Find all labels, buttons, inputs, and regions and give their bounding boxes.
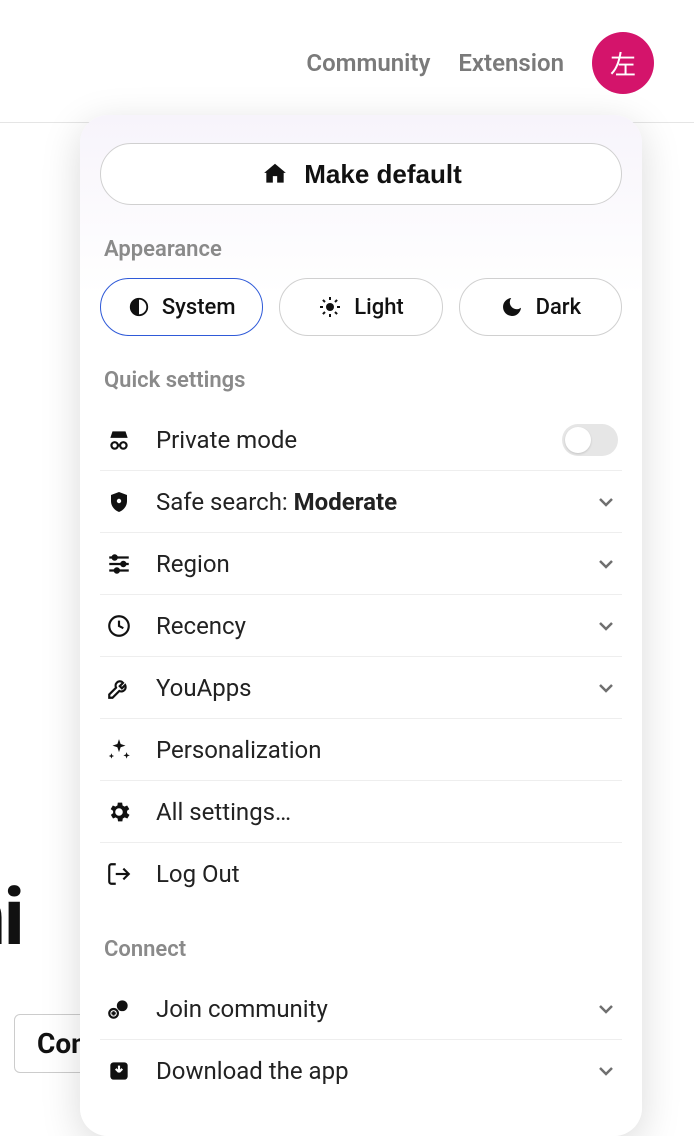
appearance-system-label: System [162,295,236,320]
moon-icon [500,295,524,319]
log-out-icon [104,859,134,889]
sun-icon [318,295,342,319]
chevron-down-icon [594,490,618,514]
youapps-label: YouApps [156,674,572,702]
incognito-icon [104,425,134,455]
chevron-down-icon [594,552,618,576]
contrast-icon [128,296,150,318]
connect-title: Connect [104,937,622,962]
tools-icon [104,673,134,703]
recency-row[interactable]: Recency [100,595,622,657]
top-navigation: Community Extension 左 [0,0,694,123]
appearance-dark-label: Dark [536,295,581,320]
region-label: Region [156,550,572,578]
quick-settings-title: Quick settings [104,368,622,393]
safe-search-row[interactable]: Safe search: Moderate [100,471,622,533]
chevron-down-icon [594,1059,618,1083]
all-settings-label: All settings… [156,798,618,826]
all-settings-row[interactable]: All settings… [100,781,622,843]
recency-label: Recency [156,612,572,640]
private-mode-row[interactable]: Private mode [100,409,622,471]
nav-community[interactable]: Community [306,49,430,77]
appearance-light[interactable]: Light [279,278,442,336]
make-default-button[interactable]: Make default [100,143,622,205]
clock-icon [104,611,134,641]
log-out-label: Log Out [156,860,618,888]
chevron-down-icon [594,676,618,700]
personalization-label: Personalization [156,736,618,764]
avatar[interactable]: 左 [592,32,654,94]
background-heading-fragment: ani [0,870,23,964]
sparkle-icon [104,735,134,765]
gear-icon [104,797,134,827]
appearance-title: Appearance [104,237,622,262]
region-row[interactable]: Region [100,533,622,595]
download-app-label: Download the app [156,1057,572,1085]
quick-settings-list: Private mode Safe search: Moderate Regio… [100,409,622,905]
log-out-row[interactable]: Log Out [100,843,622,905]
private-mode-toggle[interactable] [562,424,618,456]
appearance-options: System Light Dark [100,278,622,336]
join-community-label: Join community [156,995,572,1023]
community-icon [104,994,134,1024]
chevron-down-icon [594,997,618,1021]
download-icon [104,1056,134,1086]
sliders-icon [104,549,134,579]
appearance-system[interactable]: System [100,278,263,336]
join-community-row[interactable]: Join community [100,978,622,1040]
chevron-down-icon [594,614,618,638]
youapps-row[interactable]: YouApps [100,657,622,719]
appearance-light-label: Light [354,295,404,320]
home-icon [260,159,290,189]
connect-list: Join community Download the app [100,978,622,1102]
private-mode-label: Private mode [156,426,540,454]
settings-panel: Make default Appearance System Light Dar… [80,115,642,1136]
appearance-dark[interactable]: Dark [459,278,622,336]
shield-icon [104,487,134,517]
nav-extension[interactable]: Extension [458,49,564,77]
personalization-row[interactable]: Personalization [100,719,622,781]
download-app-row[interactable]: Download the app [100,1040,622,1102]
safe-search-label: Safe search: Moderate [156,488,572,516]
make-default-label: Make default [304,159,462,190]
